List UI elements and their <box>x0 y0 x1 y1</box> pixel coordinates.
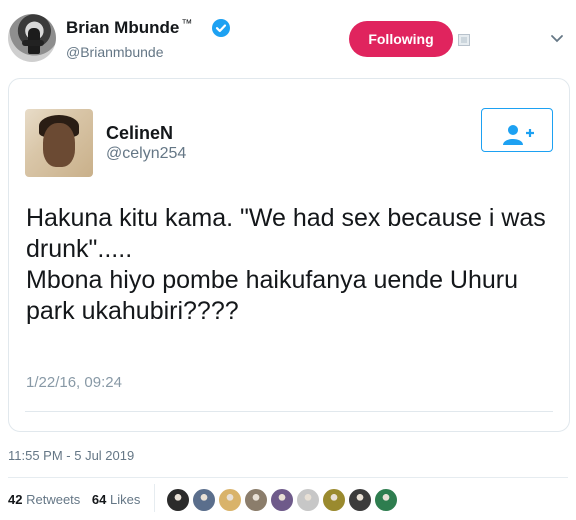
liker-avatar[interactable] <box>192 488 216 512</box>
external-tweet-icon[interactable] <box>458 34 470 46</box>
follow-user-button[interactable] <box>481 108 553 152</box>
quoted-tweet-card[interactable]: CelineN @celyn254 Hakuna kitu kama. "We … <box>8 78 570 432</box>
verified-badge-icon <box>212 19 230 37</box>
follow-user-icon <box>503 125 534 145</box>
liker-avatar[interactable] <box>270 488 294 512</box>
chevron-down-icon[interactable] <box>550 34 564 44</box>
liker-avatar[interactable] <box>296 488 320 512</box>
likes-count: 64 <box>91 492 107 507</box>
avatar-figure-base <box>22 40 44 46</box>
liker-avatar[interactable] <box>374 488 398 512</box>
tweet-timestamp[interactable]: 11:55 PM - 5 Jul 2019 <box>8 448 134 463</box>
likes-label: Likes <box>110 492 141 507</box>
quoted-author-name[interactable]: CelineN <box>106 123 173 144</box>
quoted-author-avatar[interactable] <box>25 109 93 177</box>
stats-divider <box>8 477 568 478</box>
quoted-author-handle[interactable]: @celyn254 <box>106 145 186 163</box>
likes-stat[interactable]: 64 Likes <box>92 492 140 507</box>
author-handle[interactable]: @Brianmbunde <box>66 44 164 60</box>
retweets-stat[interactable]: 42 Retweets <box>8 492 80 507</box>
author-avatar[interactable] <box>8 14 56 62</box>
retweets-count: 42 <box>8 492 23 507</box>
liker-avatar[interactable] <box>166 488 190 512</box>
retweets-label: Retweets <box>26 492 81 507</box>
tweet-stats: 42 Retweets 64 Likes <box>8 492 140 507</box>
trademark-symbol: ™ <box>181 18 193 30</box>
quoted-tweet-date[interactable]: 1/22/16, 09:24 <box>26 374 122 391</box>
tweet-header: Brian Mbunde ™ @Brianmbunde Following <box>0 0 576 72</box>
avatar-face <box>43 123 75 167</box>
liker-avatar[interactable] <box>322 488 346 512</box>
following-button[interactable]: Following <box>349 21 453 57</box>
liker-avatar[interactable] <box>348 488 372 512</box>
author-name-text: Brian Mbunde <box>66 18 180 37</box>
quoted-tweet-text: Hakuna kitu kama. "We had sex because i … <box>26 204 546 325</box>
liker-avatar[interactable] <box>244 488 268 512</box>
quoted-card-divider <box>25 411 553 412</box>
stats-separator <box>154 484 155 512</box>
liker-avatar[interactable] <box>218 488 242 512</box>
author-name[interactable]: Brian Mbunde ™ <box>66 18 192 38</box>
